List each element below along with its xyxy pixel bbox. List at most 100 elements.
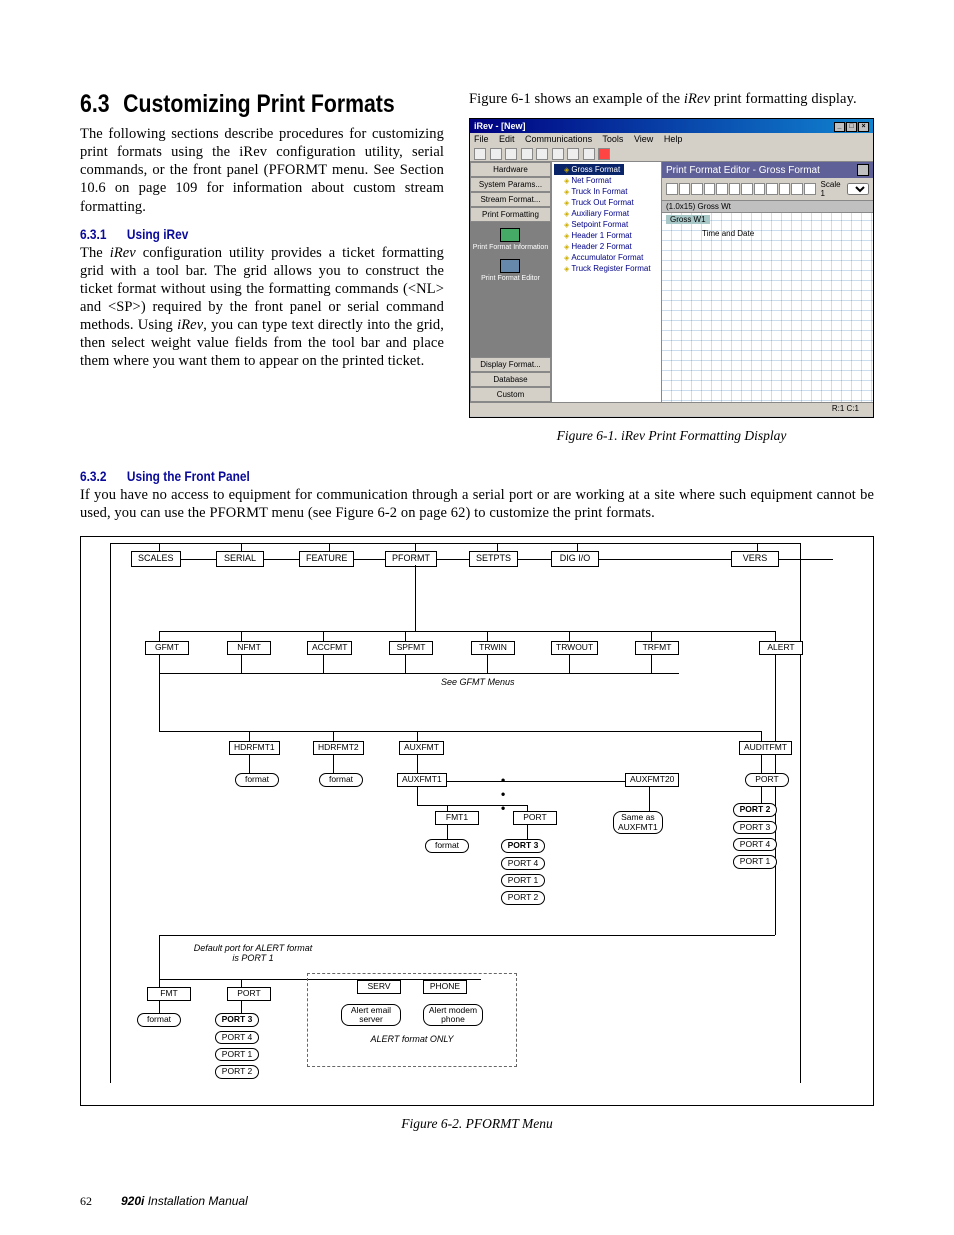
grid-cell2[interactable]: Time and Date <box>702 229 754 238</box>
sidebar-display[interactable]: Display Format... <box>470 357 551 372</box>
pr-port2: PORT 2 <box>733 803 777 816</box>
tb-open-icon[interactable] <box>490 148 502 160</box>
et-icon[interactable] <box>741 183 753 195</box>
ap-port4: PORT 4 <box>215 1031 259 1044</box>
scale-label: Scale 1 <box>821 180 846 198</box>
pr-port1: PORT 1 <box>733 855 777 868</box>
node-auditfmt: AUDITFMT <box>739 741 792 754</box>
alert-serv: SERV <box>357 980 401 993</box>
tree-panel: Gross Format Net Format Truck In Format … <box>552 162 662 402</box>
tb-cut-icon[interactable] <box>536 148 548 160</box>
sidebar-database[interactable]: Database <box>470 372 551 387</box>
r3-format1: format <box>235 773 279 786</box>
sidebar-custom[interactable]: Custom <box>470 387 551 402</box>
et-icon[interactable] <box>691 183 703 195</box>
section-heading: 6.3 Customizing Print Formats <box>80 90 442 119</box>
see-gfmt-note: See GFMT Menus <box>441 677 515 687</box>
et-icon[interactable] <box>716 183 728 195</box>
tree-setpoint[interactable]: Setpoint Format <box>554 219 659 230</box>
sidebar-mid-label1[interactable]: Print Format Information <box>473 244 548 251</box>
et-icon[interactable] <box>679 183 691 195</box>
tree-acc[interactable]: Accumulator Format <box>554 252 659 263</box>
status-bar: R:1 C:1 <box>470 402 873 416</box>
et-icon[interactable] <box>666 183 678 195</box>
manual-name-bold: 920i <box>121 1194 144 1208</box>
et-icon[interactable] <box>729 183 741 195</box>
audit-port: PORT <box>745 773 789 786</box>
grid-area[interactable]: (1.0x15) Gross Wt Gross W1 Time and Date <box>662 201 873 402</box>
sidebar-stream[interactable]: Stream Format... <box>470 192 551 207</box>
tree-aux[interactable]: Auxiliary Format <box>554 208 659 219</box>
minimize-icon[interactable]: _ <box>834 122 845 132</box>
menu-view[interactable]: View <box>634 134 653 144</box>
scale-select[interactable] <box>847 183 869 195</box>
node-digio: DIG I/O <box>551 551 599 567</box>
editor-close-icon[interactable] <box>857 164 869 176</box>
menu-edit[interactable]: Edit <box>499 134 515 144</box>
node-pformt: PFORMT <box>385 551 437 567</box>
sidebar-system[interactable]: System Params... <box>470 177 551 192</box>
node-hdrfmt2: HDRFMT2 <box>313 741 364 754</box>
maximize-icon[interactable]: □ <box>846 122 857 132</box>
caption-fig-6-2: Figure 6-2. PFORMT Menu <box>80 1116 874 1132</box>
tree-gross[interactable]: Gross Format <box>554 164 624 175</box>
node-alert: ALERT <box>759 641 803 654</box>
pc-port2: PORT 2 <box>501 891 545 904</box>
sidebar-hardware[interactable]: Hardware <box>470 162 551 177</box>
tree-net[interactable]: Net Format <box>554 175 659 186</box>
title-text: iRev - [New] <box>474 121 526 131</box>
pc-port1: PORT 1 <box>501 874 545 887</box>
sub-number: 6.3.2 <box>80 468 106 484</box>
pformt-flowchart: SCALES SERIAL FEATURE PFORMT SETPTS DIG … <box>80 536 874 1106</box>
menu-help[interactable]: Help <box>664 134 683 144</box>
menu-tools[interactable]: Tools <box>602 134 623 144</box>
node-trwout: TRWOUT <box>551 641 598 654</box>
et-icon[interactable] <box>791 183 803 195</box>
pr-port3: PORT 3 <box>733 821 777 834</box>
node-fmt1: FMT1 <box>435 811 479 824</box>
tb-copy-icon[interactable] <box>552 148 564 160</box>
node-scales: SCALES <box>131 551 181 567</box>
ap-port3: PORT 3 <box>215 1013 259 1026</box>
sidebar-mid-label2[interactable]: Print Format Editor <box>481 275 540 282</box>
tree-truckin[interactable]: Truck In Format <box>554 186 659 197</box>
et-icon[interactable] <box>704 183 716 195</box>
tree-truckout[interactable]: Truck Out Format <box>554 197 659 208</box>
node-auxfmt20: AUXFMT20 <box>625 773 679 786</box>
pc-port3: PORT 3 <box>501 839 545 852</box>
section-number: 6.3 <box>80 90 110 118</box>
node-feature: FEATURE <box>299 551 354 567</box>
sub-number: 6.3.1 <box>80 226 106 242</box>
tb-stop-icon[interactable] <box>598 148 610 160</box>
tb-save-icon[interactable] <box>505 148 517 160</box>
status-pos: R:1 C:1 <box>832 404 859 415</box>
sidebar-print-formatting[interactable]: Print Formatting <box>470 207 551 222</box>
sidebar-section: Print Format Information Print Format Ed… <box>470 222 551 357</box>
body-632: If you have no access to equipment for c… <box>80 486 874 522</box>
node-vers: VERS <box>731 551 779 567</box>
tb-undo-icon[interactable] <box>583 148 595 160</box>
subheading-632: 6.3.2Using the Front Panel <box>80 468 870 484</box>
body-631: The iRev configuration utility provides … <box>80 244 444 371</box>
close-icon[interactable]: × <box>858 122 869 132</box>
editor-toolbar: Scale 1 <box>662 178 873 201</box>
et-icon[interactable] <box>804 183 816 195</box>
menu-file[interactable]: File <box>474 134 489 144</box>
sidebar: Hardware System Params... Stream Format.… <box>470 162 552 402</box>
et-icon[interactable] <box>754 183 766 195</box>
tree-truckreg[interactable]: Truck Register Format <box>554 263 659 274</box>
fmt1-format: format <box>425 839 469 852</box>
section-title: Customizing Print Formats <box>123 90 395 118</box>
node-port: PORT <box>513 811 557 824</box>
tb-paste-icon[interactable] <box>567 148 579 160</box>
tree-h2[interactable]: Header 2 Format <box>554 241 659 252</box>
node-auxfmt1: AUXFMT1 <box>397 773 447 786</box>
grid-cell1[interactable]: Gross W1 <box>666 215 710 224</box>
ap-port1: PORT 1 <box>215 1048 259 1061</box>
tb-new-icon[interactable] <box>474 148 486 160</box>
et-icon[interactable] <box>766 183 778 195</box>
tb-print-icon[interactable] <box>521 148 533 160</box>
menu-comms[interactable]: Communications <box>525 134 592 144</box>
tree-h1[interactable]: Header 1 Format <box>554 230 659 241</box>
et-icon[interactable] <box>779 183 791 195</box>
